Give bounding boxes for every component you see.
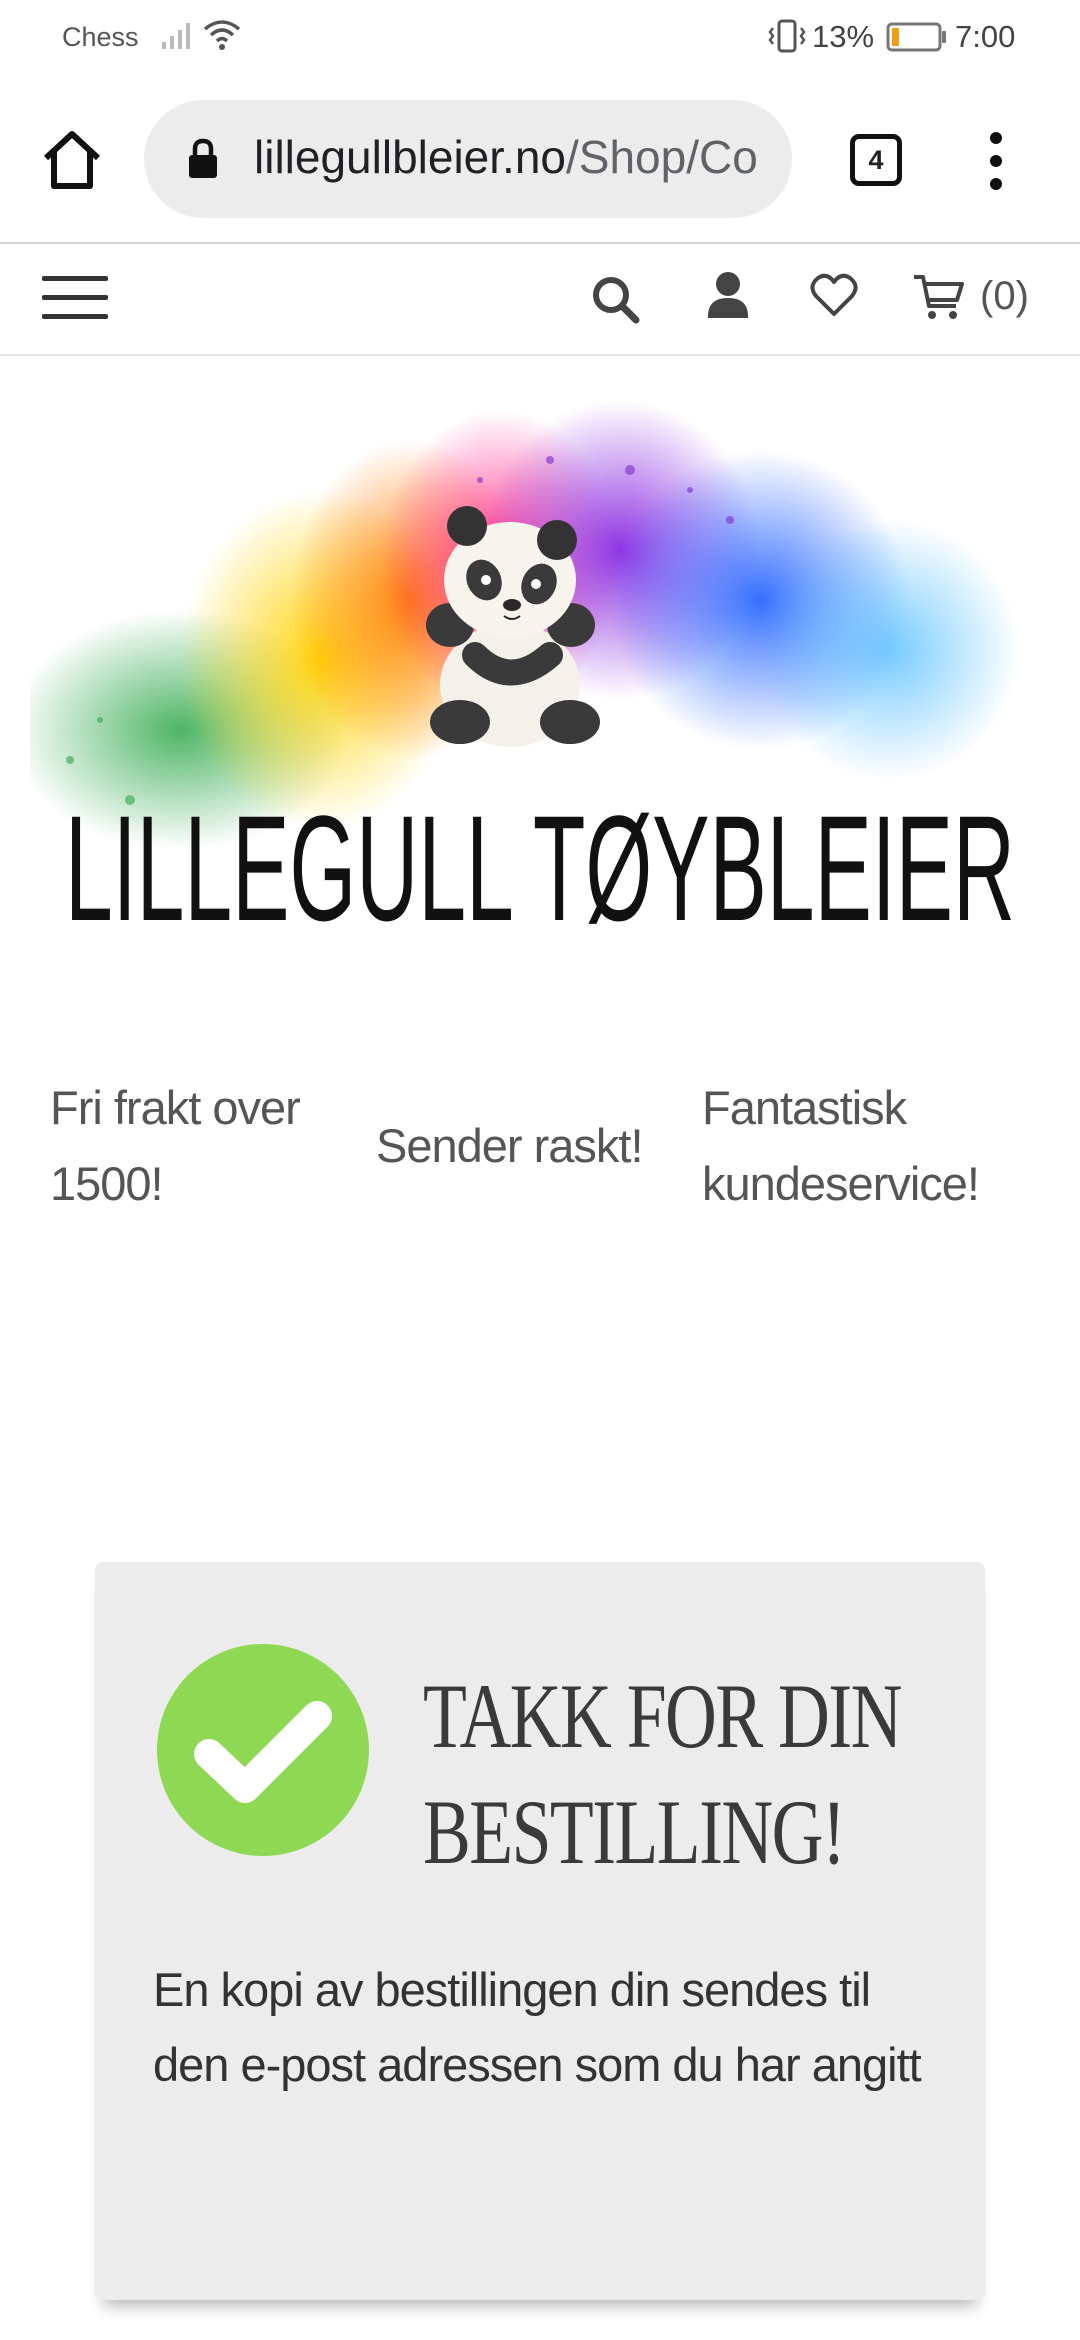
url-text: lillegullbleier.no/Shop/Co (254, 130, 774, 184)
confirmation-title: TAKK FOR DIN BESTILLING! (423, 1658, 953, 1890)
browser-toolbar: lillegullbleier.no/Shop/Co 4 (0, 76, 1080, 244)
status-bar: Chess 13% 7:00 (0, 0, 1080, 76)
carrier-name: Chess (62, 22, 139, 52)
usp-fast-shipping: Sender raskt! (376, 1119, 644, 1172)
site-header: (0) (0, 244, 1080, 356)
usp-free-shipping: Fri frakt over 1500! (50, 1081, 301, 1210)
tab-switcher-button[interactable]: 4 (850, 134, 902, 186)
home-icon[interactable] (38, 126, 106, 194)
confirmation-title-line1: TAKK FOR DIN (423, 1665, 902, 1767)
order-confirmation-card: TAKK FOR DIN BESTILLING! En kopi av best… (95, 1562, 985, 2300)
search-icon[interactable] (590, 274, 642, 326)
heart-icon[interactable] (810, 272, 858, 318)
battery-icon (886, 22, 946, 52)
url-path: /Shop/Co (565, 131, 758, 183)
confirmation-message: En kopi av bestillingen din sendes til d… (153, 1963, 922, 2091)
menu-icon[interactable] (40, 272, 110, 324)
wifi-icon (203, 20, 241, 50)
more-menu-icon[interactable] (976, 128, 1016, 194)
url-host: lillegullbleier.no (254, 131, 566, 183)
signal-icon (162, 23, 190, 49)
cart-icon[interactable] (912, 272, 966, 322)
confirmation-title-line2: BESTILLING! (423, 1781, 846, 1883)
battery-percent: 13% (812, 19, 875, 54)
vibrate-icon (768, 19, 806, 53)
cart-count[interactable]: (0) (980, 274, 1029, 319)
lock-icon (189, 138, 217, 178)
address-bar[interactable]: lillegullbleier.no/Shop/Co (144, 100, 792, 218)
checkmark-icon (157, 1644, 369, 1856)
clock: 7:00 (955, 19, 1016, 54)
site-logo[interactable]: LILLEGULL TØYBLEIER (30, 400, 1050, 960)
usp-customer-service: Fantastisk kundeservice! (702, 1081, 980, 1210)
user-icon[interactable] (706, 270, 750, 322)
logo-text: LILLEGULL TØYBLEIER (65, 784, 1015, 952)
